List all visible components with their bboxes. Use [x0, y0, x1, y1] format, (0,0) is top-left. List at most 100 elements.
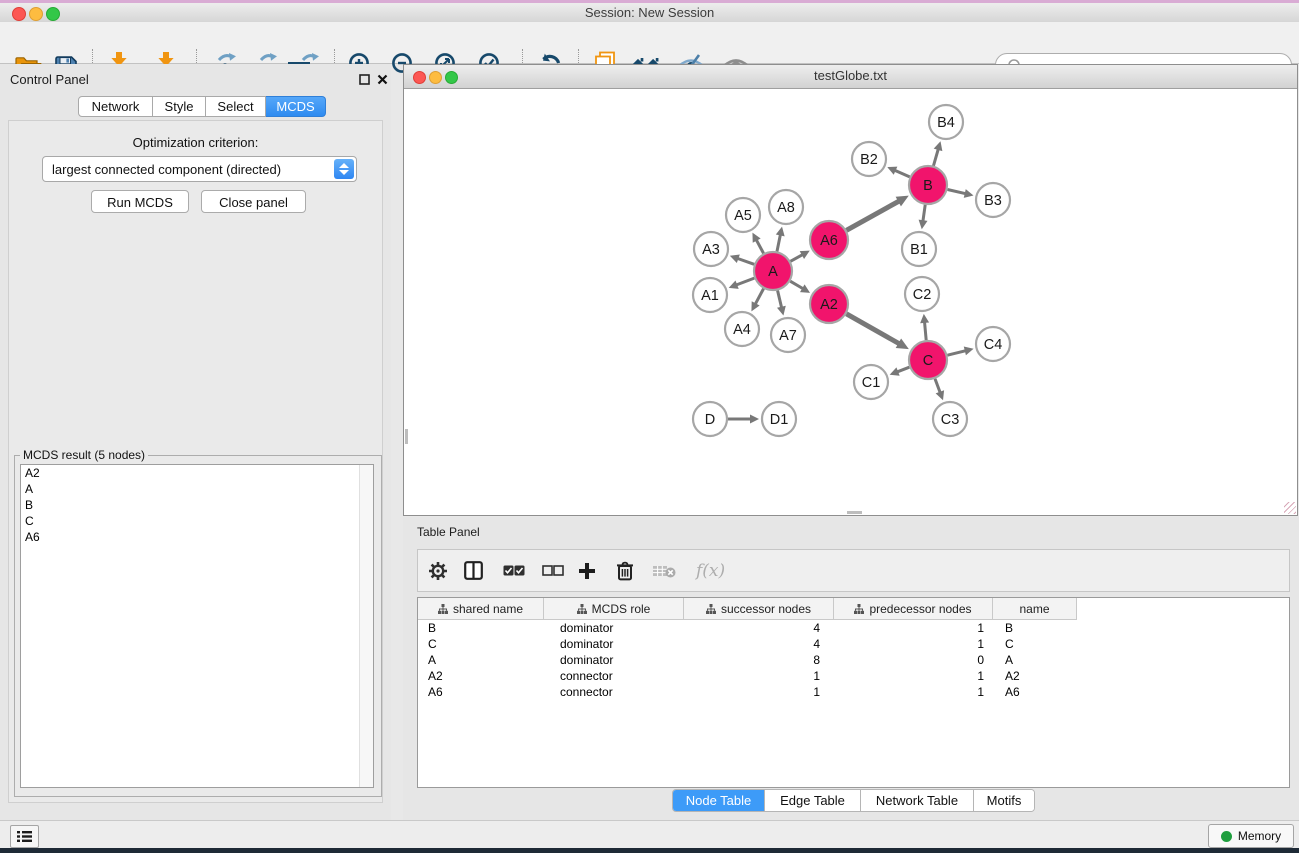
graph-edge-C-C4[interactable] [947, 351, 965, 356]
minimize-view-button[interactable] [429, 71, 442, 84]
graph-edge-A6-B[interactable] [846, 201, 899, 230]
table-cell[interactable]: 1 [834, 620, 993, 636]
graph-edge-A-A7[interactable] [778, 290, 782, 307]
column-settings-icon[interactable] [428, 550, 448, 591]
table-cell[interactable]: 0 [834, 652, 993, 668]
delete-table-icon[interactable] [652, 550, 676, 591]
table-cell[interactable]: connector [544, 684, 684, 700]
result-item[interactable]: A6 [21, 529, 373, 545]
table-cell[interactable]: 1 [834, 668, 993, 684]
minimize-window-button[interactable] [29, 7, 43, 21]
window-resize-grip[interactable] [1284, 502, 1296, 514]
result-item[interactable]: A2 [21, 465, 373, 481]
graph-edge-B-B4[interactable] [933, 149, 938, 166]
close-window-button[interactable] [12, 7, 26, 21]
column-header-shared-name[interactable]: shared name [418, 598, 544, 619]
table-cell[interactable]: B [418, 620, 544, 636]
graph-edge-A-A1[interactable] [736, 278, 754, 285]
graph-edge-B-B1[interactable] [923, 205, 925, 221]
deselect-all-icon[interactable] [542, 550, 564, 591]
table-cell[interactable]: A [418, 652, 544, 668]
graph-edge-C-C1[interactable] [897, 367, 909, 372]
tab-mcds[interactable]: MCDS [266, 96, 326, 117]
graph-edge-A-A5[interactable] [756, 240, 763, 254]
horizontal-scroll-thumb[interactable] [847, 511, 862, 514]
table-cell[interactable]: A [993, 652, 1077, 668]
list-scrollbar[interactable] [359, 465, 373, 787]
table-cell[interactable]: 1 [834, 636, 993, 652]
tab-network[interactable]: Network [78, 96, 153, 117]
result-item[interactable]: B [21, 497, 373, 513]
zoom-window-button[interactable] [46, 7, 60, 21]
column-header-successor-nodes[interactable]: successor nodes [684, 598, 834, 619]
add-column-icon[interactable] [578, 550, 596, 591]
table-cell[interactable]: B [993, 620, 1077, 636]
table-tabs: Node TableEdge TableNetwork TableMotifs [672, 789, 1035, 812]
graph-edge-A-A4[interactable] [755, 289, 763, 305]
column-header-name[interactable]: name [993, 598, 1077, 619]
table-cell[interactable]: 1 [684, 684, 834, 700]
table-cell[interactable]: A2 [418, 668, 544, 684]
tab-style[interactable]: Style [153, 96, 206, 117]
table-cell[interactable]: A2 [993, 668, 1077, 684]
graph-edge-A-A6[interactable] [790, 255, 802, 262]
table-row[interactable]: Cdominator41C [418, 636, 1289, 652]
tab-node-table[interactable]: Node Table [673, 790, 764, 811]
table-row[interactable]: Bdominator41B [418, 620, 1289, 636]
graph-edge-A2-C[interactable] [846, 314, 899, 344]
close-view-button[interactable] [413, 71, 426, 84]
graph-edge-B-B3[interactable] [947, 189, 965, 193]
delete-column-icon[interactable] [616, 550, 634, 591]
criterion-select[interactable]: largest connected component (directed) [42, 156, 357, 182]
control-panel: Control Panel NetworkStyleSelectMCDS Opt… [0, 64, 391, 820]
result-item[interactable]: A [21, 481, 373, 497]
table-cell[interactable]: 4 [684, 620, 834, 636]
table-cell[interactable]: dominator [544, 636, 684, 652]
table-cell[interactable]: A6 [418, 684, 544, 700]
graph-edge-B-B2[interactable] [895, 170, 910, 177]
task-history-button[interactable] [10, 825, 39, 848]
table-cell[interactable]: 1 [834, 684, 993, 700]
graph-edge-A-A3[interactable] [737, 258, 754, 264]
node-label-B1: B1 [910, 242, 928, 258]
attribute-tree-icon [577, 604, 587, 614]
table-row[interactable]: A6connector11A6 [418, 684, 1289, 700]
graph-edge-C-C2[interactable] [925, 322, 927, 340]
table-cell[interactable]: C [418, 636, 544, 652]
table-cell[interactable]: dominator [544, 652, 684, 668]
edge-arrowhead [964, 347, 974, 356]
memory-button[interactable]: Memory [1208, 824, 1294, 848]
table-cell[interactable]: 8 [684, 652, 834, 668]
tab-select[interactable]: Select [206, 96, 266, 117]
app-titlebar: Session: New Session [0, 3, 1299, 23]
edge-arrowhead [920, 314, 929, 323]
column-header-predecessor-nodes[interactable]: predecessor nodes [834, 598, 993, 619]
show-columns-icon[interactable] [464, 550, 483, 591]
tab-motifs[interactable]: Motifs [973, 790, 1034, 811]
network-canvas[interactable]: B4B2BB3A5A8A6B1A3AC2A1A2A4A7C4CC1DD1C3 [404, 89, 1297, 515]
column-header-MCDS-role[interactable]: MCDS role [544, 598, 684, 619]
graph-edge-A-A2[interactable] [790, 281, 803, 289]
vertical-scroll-thumb[interactable] [405, 429, 408, 444]
table-row[interactable]: Adominator80A [418, 652, 1289, 668]
zoom-view-button[interactable] [445, 71, 458, 84]
graph-edge-A-A8[interactable] [777, 234, 780, 251]
result-item[interactable]: C [21, 513, 373, 529]
table-cell[interactable]: dominator [544, 620, 684, 636]
table-cell[interactable]: A6 [993, 684, 1077, 700]
graph-edge-C-C3[interactable] [935, 379, 940, 393]
run-mcds-button[interactable]: Run MCDS [91, 190, 189, 213]
close-panel-button[interactable]: Close panel [201, 190, 306, 213]
table-cell[interactable]: connector [544, 668, 684, 684]
table-row[interactable]: A2connector11A2 [418, 668, 1289, 684]
close-panel-icon[interactable] [376, 73, 389, 86]
table-cell[interactable]: C [993, 636, 1077, 652]
tab-edge-table[interactable]: Edge Table [764, 790, 860, 811]
float-panel-icon[interactable] [358, 73, 371, 86]
function-builder-icon[interactable]: f(x) [696, 550, 725, 591]
table-cell[interactable]: 4 [684, 636, 834, 652]
mcds-result-list[interactable]: A2ABCA6 [20, 464, 374, 788]
select-all-icon[interactable] [503, 550, 525, 591]
table-cell[interactable]: 1 [684, 668, 834, 684]
tab-network-table[interactable]: Network Table [860, 790, 973, 811]
